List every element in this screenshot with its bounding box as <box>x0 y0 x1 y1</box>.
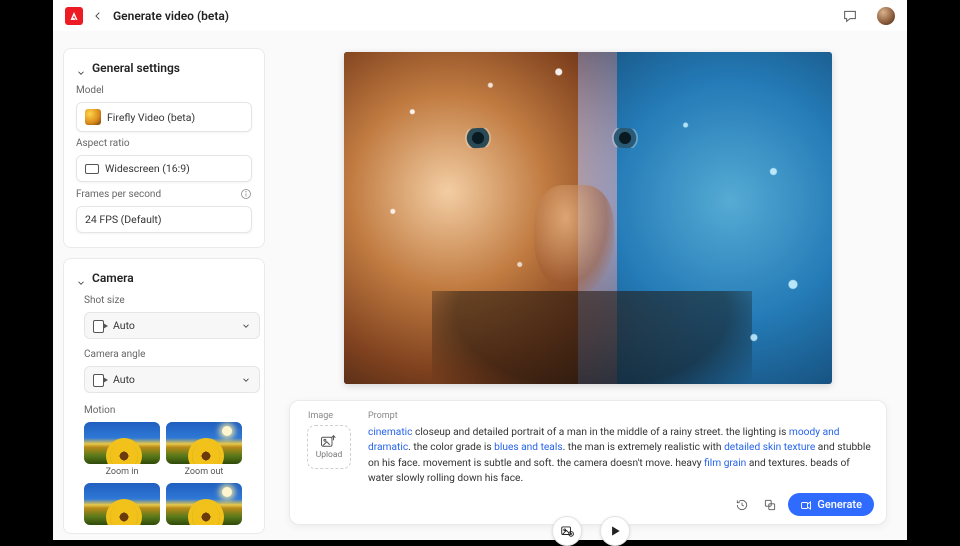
prompt-text[interactable]: cinematic closeup and detailed portrait … <box>368 425 872 486</box>
motion-thumb <box>84 483 160 525</box>
back-button[interactable] <box>91 9 105 23</box>
general-title: General settings <box>92 61 180 75</box>
motion-label: Motion <box>84 405 252 416</box>
enhance-prompt-icon[interactable] <box>760 495 780 515</box>
motion-option[interactable] <box>166 483 242 525</box>
chevron-down-icon <box>76 273 86 283</box>
camera-icon <box>93 374 107 385</box>
upload-button[interactable]: Upload <box>307 425 351 469</box>
aspect-value: Widescreen (16:9) <box>105 162 190 175</box>
fps-label-row: Frames per second <box>76 188 252 200</box>
camera-angle-label: Camera angle <box>84 349 252 360</box>
main: Image Upload Prompt cinematic closeup an… <box>275 32 907 540</box>
generate-label: Generate <box>817 498 862 511</box>
adobe-logo[interactable] <box>65 7 83 25</box>
prompt-label: Prompt <box>368 411 872 421</box>
camera-title: Camera <box>92 271 134 285</box>
shot-size-select[interactable]: Auto <box>84 312 260 339</box>
camera-panel: Camera Shot size Auto Camera angle Auto <box>63 258 265 534</box>
panel-header-general[interactable]: General settings <box>76 61 252 75</box>
model-value: Firefly Video (beta) <box>107 111 195 124</box>
motion-label: Zoom out <box>185 467 224 477</box>
fps-value: 24 FPS (Default) <box>85 213 162 226</box>
prompt-image-column: Image Upload <box>304 411 354 486</box>
motion-zoom-in[interactable]: Zoom in <box>84 422 160 477</box>
history-icon[interactable] <box>732 495 752 515</box>
play-button[interactable] <box>600 516 630 546</box>
feedback-icon[interactable] <box>841 7 859 25</box>
prompt-bar: Image Upload Prompt cinematic closeup an… <box>289 400 887 525</box>
panel-header-camera[interactable]: Camera <box>76 271 252 285</box>
camera-angle-select[interactable]: Auto <box>84 366 260 393</box>
motion-thumb <box>166 483 242 525</box>
float-controls <box>552 516 630 546</box>
upload-label: Upload <box>316 450 343 460</box>
upload-icon <box>320 434 338 448</box>
app-frame: Generate video (beta) General settings M… <box>53 0 907 540</box>
chevron-down-icon <box>241 375 251 385</box>
motion-zoom-out[interactable]: Zoom out <box>166 422 242 477</box>
motion-option[interactable] <box>84 483 160 525</box>
content: General settings Model Firefly Video (be… <box>53 32 907 540</box>
fps-select[interactable]: 24 FPS (Default) <box>76 206 252 233</box>
model-label: Model <box>76 85 252 96</box>
motion-label: Zoom in <box>106 467 139 477</box>
prompt-actions: Generate <box>732 493 874 516</box>
shot-size-label: Shot size <box>84 295 252 306</box>
camera-angle-value: Auto <box>113 373 135 386</box>
video-preview[interactable] <box>344 52 832 384</box>
aspect-label: Aspect ratio <box>76 138 252 149</box>
chevron-down-icon <box>241 321 251 331</box>
image-label: Image <box>304 411 333 421</box>
aspect-ratio-icon <box>85 164 99 174</box>
avatar[interactable] <box>877 7 895 25</box>
camera-icon <box>93 320 107 331</box>
chevron-down-icon <box>76 63 86 73</box>
fps-label: Frames per second <box>76 189 161 200</box>
motion-thumb <box>84 422 160 464</box>
page-title: Generate video (beta) <box>113 9 229 23</box>
topbar: Generate video (beta) <box>53 0 907 32</box>
add-image-button[interactable] <box>552 516 582 546</box>
info-icon[interactable] <box>240 188 252 200</box>
shot-size-value: Auto <box>113 319 135 332</box>
generate-button[interactable]: Generate <box>788 493 874 516</box>
general-settings-panel: General settings Model Firefly Video (be… <box>63 48 265 248</box>
motion-thumb <box>166 422 242 464</box>
model-select[interactable]: Firefly Video (beta) <box>76 102 252 132</box>
sidebar: General settings Model Firefly Video (be… <box>53 32 275 540</box>
prompt-text-column: Prompt cinematic closeup and detailed po… <box>368 411 872 486</box>
model-thumb-icon <box>85 109 101 125</box>
aspect-select[interactable]: Widescreen (16:9) <box>76 155 252 182</box>
